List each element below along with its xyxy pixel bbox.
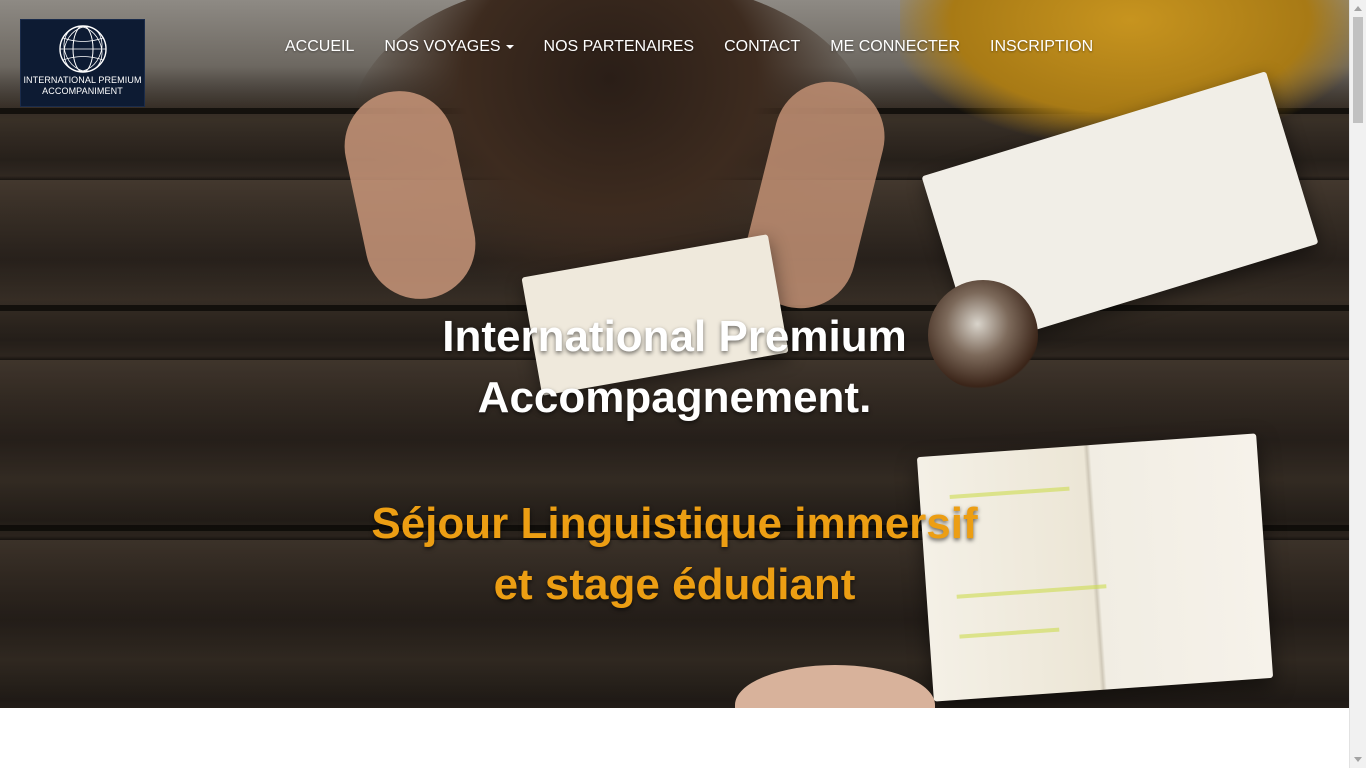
globe-icon (58, 25, 107, 73)
page: International Premium Accompagnement. Sé… (0, 0, 1366, 768)
nav-label: ME CONNECTER (830, 38, 961, 55)
main-navigation: ACCUEIL NOS VOYAGES NOS PARTENAIRES CONT… (270, 36, 1108, 58)
nav-nos-voyages-dropdown[interactable]: NOS VOYAGES (369, 38, 528, 56)
caret-down-icon (505, 45, 514, 49)
nav-me-connecter[interactable]: ME CONNECTER (815, 38, 975, 56)
book-highlight (959, 627, 1060, 639)
scrollbar-thumb[interactable] (1353, 17, 1363, 123)
scroll-up-icon[interactable] (1354, 6, 1362, 11)
nav-label: ACCUEIL (285, 38, 355, 55)
hero-title-line: Accompagnement. (477, 373, 872, 422)
hero-subtitle-line: et stage édudiant (493, 560, 856, 609)
hero-title-line: International Premium (442, 312, 907, 361)
logo-text: INTERNATIONAL PREMIUM (23, 75, 142, 85)
scroll-down-icon[interactable] (1354, 757, 1362, 762)
hero-photo-person-bottom (735, 665, 935, 708)
vertical-scrollbar[interactable] (1349, 0, 1366, 768)
nav-accueil[interactable]: ACCUEIL (270, 38, 369, 56)
hero-banner: International Premium Accompagnement. Sé… (0, 0, 1349, 708)
logo-text: ACCOMPANIMENT (42, 86, 123, 96)
nav-nos-partenaires[interactable]: NOS PARTENAIRES (529, 38, 710, 56)
nav-label: NOS VOYAGES (384, 38, 501, 55)
hero-subtitle: Séjour Linguistique immersif et stage éd… (0, 493, 1349, 615)
nav-label: INSCRIPTION (990, 38, 1094, 55)
site-logo[interactable]: INTERNATIONAL PREMIUM ACCOMPANIMENT (20, 19, 145, 107)
nav-contact[interactable]: CONTACT (709, 38, 815, 56)
nav-label: NOS PARTENAIRES (543, 38, 695, 55)
nav-label: CONTACT (724, 38, 801, 55)
hero-subtitle-line: Séjour Linguistique immersif (371, 499, 978, 548)
nav-inscription[interactable]: INSCRIPTION (975, 38, 1108, 56)
hero-title: International Premium Accompagnement. (0, 306, 1349, 428)
